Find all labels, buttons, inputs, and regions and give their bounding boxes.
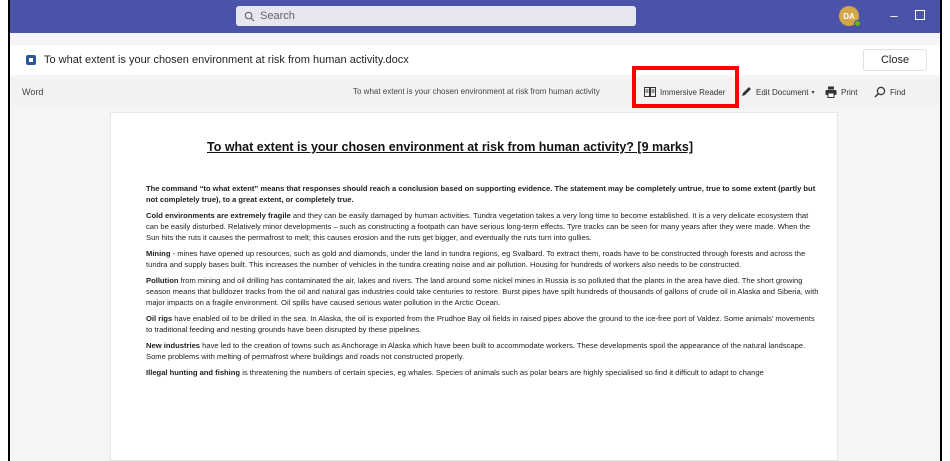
paragraph-lead: Mining [146,249,171,259]
edit-document-button[interactable]: Edit Document ▾ [740,83,814,101]
word-file-icon [26,55,36,65]
close-button[interactable]: Close [863,49,927,71]
maximize-icon[interactable] [915,10,925,20]
paragraph-new-industries: New industries have led to the creation … [146,340,821,362]
paragraph-oil-rigs: Oil rigs have enabled oil to be drilled … [146,313,821,335]
search-icon [874,86,886,98]
word-ribbon: Word To what extent is your chosen envir… [10,78,940,106]
paragraph-lead: Illegal hunting and fishing [146,367,241,377]
paragraph-lead: New industries [146,340,201,350]
chevron-down-icon: ▾ [811,89,815,96]
edit-document-label: Edit Document [756,87,809,97]
immersive-reader-highlight-box [632,66,739,108]
paragraph-lead: Pollution [146,275,179,285]
search-icon [244,11,255,21]
minimize-icon[interactable]: – [886,9,902,23]
find-button[interactable]: Find [874,83,906,101]
ribbon-doc-title: To what extent is your chosen environmen… [353,87,600,96]
paragraph-text: from mining and oil drilling has contami… [146,275,819,308]
document-page: To what extent is your chosen environmen… [110,112,838,461]
file-header: To what extent is your chosen environmen… [10,45,940,75]
paragraph-lead: Oil rigs [146,314,173,324]
presence-available-icon [854,20,861,27]
paragraph-text: have led to the creation of towns such a… [146,340,806,362]
paragraph-text: is threatening the numbers of certain sp… [240,367,764,377]
search-input[interactable]: Search [236,6,636,26]
paragraph-text: - mines have opened up resources, such a… [146,249,806,270]
paragraph-hunting: Illegal hunting and fishing is threateni… [146,367,821,378]
pencil-icon [742,87,751,96]
file-name: To what extent is your chosen environmen… [44,54,409,66]
intro-paragraph: The command “to what extent” means that … [146,183,821,205]
paragraph-mining: Mining - mines have opened up resources,… [146,248,821,270]
paragraph-lead: Cold environments are extremely fragile [146,210,291,220]
find-label: Find [890,87,906,97]
screenshot-frame: Search DA – To what extent is your chose… [0,0,950,461]
teams-window: Search DA – To what extent is your chose… [10,0,940,461]
intro-text: The command “to what extent” means that … [146,184,816,205]
print-label: Print [841,87,858,97]
paragraph-text: have enabled oil to be drilled in the se… [146,314,815,335]
search-placeholder: Search [260,10,295,22]
paragraph-pollution: Pollution from mining and oil drilling h… [146,275,821,309]
print-button[interactable]: Print [825,83,857,101]
printer-icon [825,86,837,98]
document-body: The command “to what extent” means that … [146,183,821,383]
title-bar: Search DA – [10,0,940,33]
paragraph-fragility: Cold environments are extremely fragile … [146,210,821,244]
frame-border-right [940,0,942,461]
app-label: Word [22,87,44,97]
document-title: To what extent is your chosen environmen… [207,140,693,154]
